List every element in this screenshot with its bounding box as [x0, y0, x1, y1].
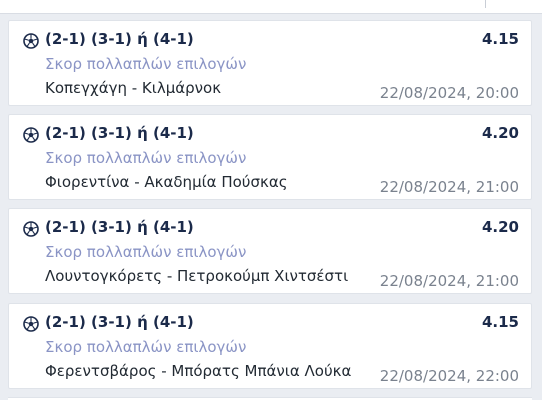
bet-event: Φερεντσβάρος - Μπόρατς Μπάνια Λούκα	[45, 362, 352, 380]
bet-datetime: 22/08/2024, 20:00	[379, 84, 519, 102]
bet-market: Σκορ πολλαπλών επιλογών	[45, 243, 247, 261]
football-icon	[23, 127, 39, 143]
bet-market: Σκορ πολλαπλών επιλογών	[45, 149, 247, 167]
bet-odds: 4.20	[481, 124, 519, 142]
bet-market: Σκορ πολλαπλών επιλογών	[45, 338, 247, 356]
header-strip	[0, 0, 542, 14]
bet-datetime: 22/08/2024, 22:00	[379, 367, 519, 385]
bet-card[interactable]: (2-1) (3-1) ή (4-1) 4.15 Σκορ πολλαπλών …	[8, 303, 532, 389]
bet-market: Σκορ πολλαπλών επιλογών	[45, 55, 247, 73]
bet-card[interactable]: (2-1) (3-1) ή (4-1) 4.20 Σκορ πολλαπλών …	[8, 114, 532, 200]
bet-odds: 4.20	[481, 218, 519, 236]
football-icon	[23, 33, 39, 49]
bet-selection: (2-1) (3-1) ή (4-1)	[45, 313, 194, 331]
football-icon	[23, 221, 39, 237]
bet-datetime: 22/08/2024, 21:00	[379, 178, 519, 196]
bet-event: Κοπεγχάγη - Κιλμάρνοκ	[45, 79, 222, 97]
bet-selection: (2-1) (3-1) ή (4-1)	[45, 30, 194, 48]
bet-event: Φιορεντίνα - Ακαδημία Πούσκας	[45, 173, 288, 191]
bet-selection: (2-1) (3-1) ή (4-1)	[45, 218, 194, 236]
bet-odds: 4.15	[481, 313, 519, 331]
bet-card[interactable]: (2-1) (3-1) ή (4-1) 4.15 Σκορ πολλαπλών …	[8, 20, 532, 106]
bet-card[interactable]: (2-1) (3-1) ή (4-1) 4.20 Σκορ πολλαπλών …	[8, 208, 532, 294]
bet-selection: (2-1) (3-1) ή (4-1)	[45, 124, 194, 142]
bet-event: Λουντογκόρετς - Πετροκούμπ Χιντσέστι	[45, 267, 349, 285]
football-icon	[23, 316, 39, 332]
bet-datetime: 22/08/2024, 21:00	[379, 272, 519, 290]
bet-odds: 4.15	[481, 30, 519, 48]
header-divider	[485, 0, 486, 8]
